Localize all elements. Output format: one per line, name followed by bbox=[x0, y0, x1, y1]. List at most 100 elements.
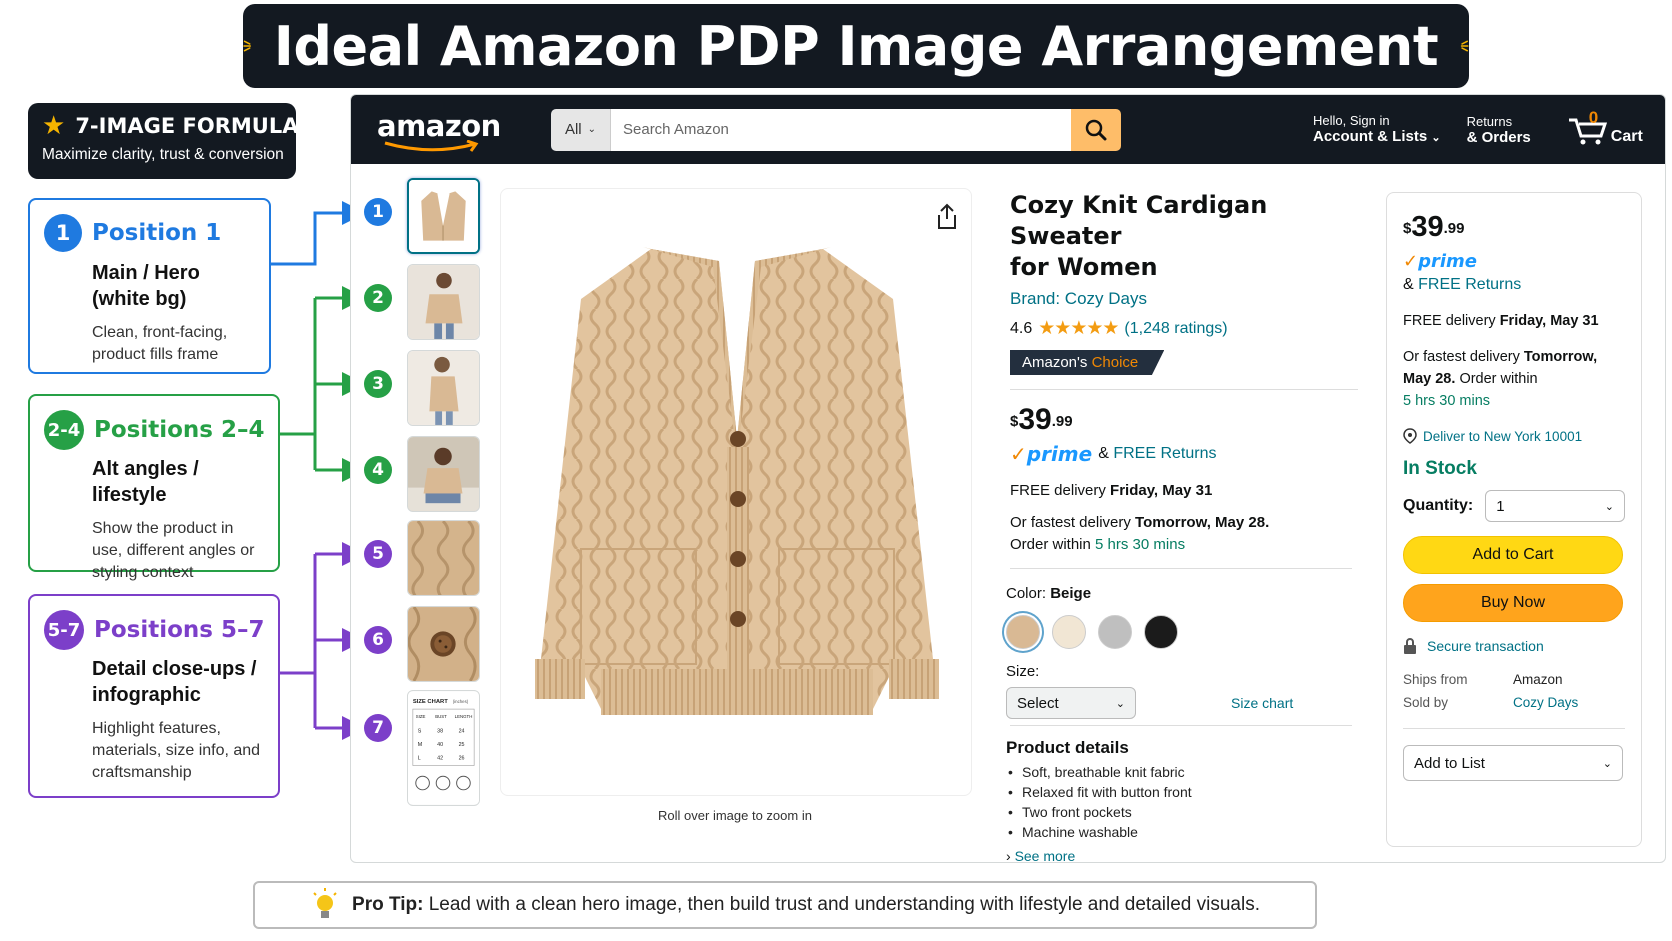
sold-by-link[interactable]: Cozy Days bbox=[1513, 695, 1625, 710]
amazon-navbar: amazon All ⌄ Hello, Sign in Account & Lis… bbox=[351, 95, 1665, 164]
delivery-prefix: FREE delivery bbox=[1010, 482, 1106, 499]
delivery-date: Friday, May 31 bbox=[1110, 482, 1213, 499]
add-to-list-label: Add to List bbox=[1414, 754, 1485, 772]
position-card-2-4: 2-4 Positions 2–4 Alt angles / lifestyle … bbox=[28, 394, 280, 581]
size-chart-header: BUST bbox=[435, 714, 447, 719]
search-input[interactable] bbox=[611, 108, 1071, 151]
detail-item: Machine washable bbox=[1006, 822, 1356, 842]
size-select[interactable]: Select ⌄ bbox=[1006, 687, 1136, 719]
thumbnail-1-hero[interactable] bbox=[407, 178, 480, 254]
swatch-cream[interactable] bbox=[1052, 615, 1086, 649]
cart-label: Cart bbox=[1610, 127, 1643, 145]
rating-value: 4.6 bbox=[1010, 319, 1033, 337]
size-chart-cell: 38 bbox=[437, 728, 443, 734]
free-returns-link[interactable]: FREE Returns bbox=[1113, 445, 1216, 462]
thumb-badge-6: 6 bbox=[364, 626, 392, 654]
swatch-beige[interactable] bbox=[1006, 615, 1040, 649]
search-category-dropdown[interactable]: All ⌄ bbox=[551, 108, 611, 151]
price-fraction: .99 bbox=[1051, 413, 1073, 430]
fastest-date-1: Tomorrow, bbox=[1523, 349, 1598, 365]
prime-check-icon: ✓ bbox=[1403, 251, 1419, 272]
size-chart-link[interactable]: Size chart bbox=[1231, 695, 1293, 711]
star-rating-icon[interactable]: ★★★★★ bbox=[1038, 317, 1119, 340]
search-category-label: All bbox=[564, 121, 582, 138]
size-label: Size: bbox=[1006, 663, 1040, 680]
product-title: Cozy Knit Cardigan Sweater for Women bbox=[1010, 190, 1358, 283]
price-whole: 39 bbox=[1411, 211, 1444, 243]
star-icon: ★ bbox=[42, 111, 66, 141]
returns-orders[interactable]: Returns & Orders bbox=[1467, 114, 1531, 146]
deliver-to-label: Deliver to New York 10001 bbox=[1423, 428, 1583, 444]
search-icon bbox=[1085, 119, 1107, 140]
amazon-logo[interactable]: amazon bbox=[377, 107, 501, 153]
delivery-prefix: FREE delivery bbox=[1403, 313, 1496, 329]
price: $39.99 bbox=[1010, 404, 1358, 436]
thumbnail-7-size-chart[interactable]: SIZE CHART (inches) SIZE BUST LENGTH S 3… bbox=[407, 690, 480, 806]
fastest-date-2: May 28. bbox=[1403, 371, 1456, 387]
prime-row: ✓prime & FREE Returns bbox=[1010, 442, 1217, 466]
order-within-label: Order within bbox=[1459, 371, 1538, 387]
thumbnail-6-button-detail[interactable] bbox=[407, 606, 480, 682]
size-chart-cell: 26 bbox=[459, 756, 465, 762]
chevron-down-icon: ⌄ bbox=[1115, 697, 1125, 710]
buy-now-button[interactable]: Buy Now bbox=[1403, 584, 1623, 622]
account-greeting: Hello, Sign in bbox=[1313, 113, 1390, 128]
search-button[interactable] bbox=[1071, 108, 1121, 151]
buybox-delivery: FREE delivery Friday, May 31 bbox=[1403, 310, 1625, 332]
main-product-image[interactable] bbox=[500, 188, 972, 796]
share-icon[interactable] bbox=[935, 203, 959, 231]
pro-tip-box: Pro Tip: Lead with a clean hero image, t… bbox=[253, 881, 1317, 929]
zoom-hint: Roll over image to zoom in bbox=[658, 808, 812, 823]
deliver-to-link[interactable]: Deliver to New York 10001 bbox=[1403, 428, 1625, 444]
logo-text: amazon bbox=[377, 108, 501, 143]
product-details-list: Soft, breathable knit fabric Relaxed fit… bbox=[1006, 762, 1356, 842]
size-chart-title: SIZE CHART bbox=[413, 699, 448, 705]
size-chart-thumbnail-graphic: SIZE CHART (inches) SIZE BUST LENGTH S 3… bbox=[408, 691, 479, 805]
thumbnail-5-knit-detail[interactable] bbox=[407, 520, 480, 596]
see-more-label: See more bbox=[1014, 848, 1076, 864]
thumbnail-2-lifestyle[interactable] bbox=[407, 264, 480, 340]
swatch-black[interactable] bbox=[1144, 615, 1178, 649]
thumb-badge-2: 2 bbox=[364, 284, 392, 312]
thumb-badge-1: 1 bbox=[364, 198, 392, 226]
product-title-line-2: for Women bbox=[1010, 253, 1158, 281]
position-description: Highlight features, materials, size info… bbox=[92, 720, 261, 781]
search-bar: All ⌄ bbox=[551, 108, 1121, 151]
ships-from-value: Amazon bbox=[1513, 672, 1563, 687]
size-chart-cell: S bbox=[418, 728, 422, 734]
fastest-prefix: Or fastest delivery bbox=[1010, 514, 1131, 531]
ratings-count-link[interactable]: (1,248 ratings) bbox=[1124, 320, 1227, 338]
brand-link[interactable]: Brand: Cozy Days bbox=[1010, 289, 1358, 309]
formula-title: 7-IMAGE FORMULA bbox=[75, 114, 299, 138]
smile-arrow-icon bbox=[384, 139, 479, 152]
choice-highlight: Choice bbox=[1091, 354, 1139, 371]
see-more-link[interactable]: › See more bbox=[1006, 848, 1356, 864]
account-menu[interactable]: Hello, Sign in Account & Lists ⌄ bbox=[1313, 113, 1441, 146]
position-card-1: 1 Position 1 Main / Hero (white bg) Clean… bbox=[28, 198, 271, 374]
size-chart-header: SIZE bbox=[416, 714, 426, 719]
orders-label: & Orders bbox=[1466, 128, 1531, 146]
quantity-select[interactable]: 1 ⌄ bbox=[1485, 490, 1625, 522]
amp: & bbox=[1403, 276, 1414, 293]
formula-badge: ★ 7-IMAGE FORMULA Maximize clarity, trust… bbox=[28, 103, 299, 179]
add-to-cart-button[interactable]: Add to Cart bbox=[1403, 536, 1623, 574]
free-returns-link[interactable]: FREE Returns bbox=[1418, 276, 1521, 293]
chevron-down-icon: ⌄ bbox=[1431, 132, 1441, 144]
size-chart-cell: 25 bbox=[459, 742, 465, 748]
product-details-title: Product details bbox=[1006, 738, 1129, 757]
buy-box: $39.99 ✓prime & FREE Returns FREE delive… bbox=[1386, 192, 1642, 847]
swatch-gray[interactable] bbox=[1098, 615, 1132, 649]
infographic: Ideal Amazon PDP Image Arrangement ★ 7-IM… bbox=[0, 0, 1672, 941]
pro-tip-text: Lead with a clean hero image, then build… bbox=[428, 894, 1260, 915]
secure-transaction[interactable]: Secure transaction bbox=[1403, 638, 1625, 654]
thumbnail-4-styling[interactable] bbox=[407, 436, 480, 512]
position-badge: 1 bbox=[44, 214, 82, 252]
cart-button[interactable]: 0 Cart bbox=[1567, 108, 1643, 146]
size-chart-cell: 42 bbox=[437, 756, 443, 762]
thumb-badge-4: 4 bbox=[364, 456, 392, 484]
thumbnail-3-side-angle[interactable] bbox=[407, 350, 480, 426]
thumb-badge-3: 3 bbox=[364, 370, 392, 398]
add-to-list-select[interactable]: Add to List ⌄ bbox=[1403, 745, 1623, 781]
detail-item: Soft, breathable knit fabric bbox=[1006, 762, 1356, 782]
chevron-right-icon: › bbox=[1006, 848, 1011, 864]
